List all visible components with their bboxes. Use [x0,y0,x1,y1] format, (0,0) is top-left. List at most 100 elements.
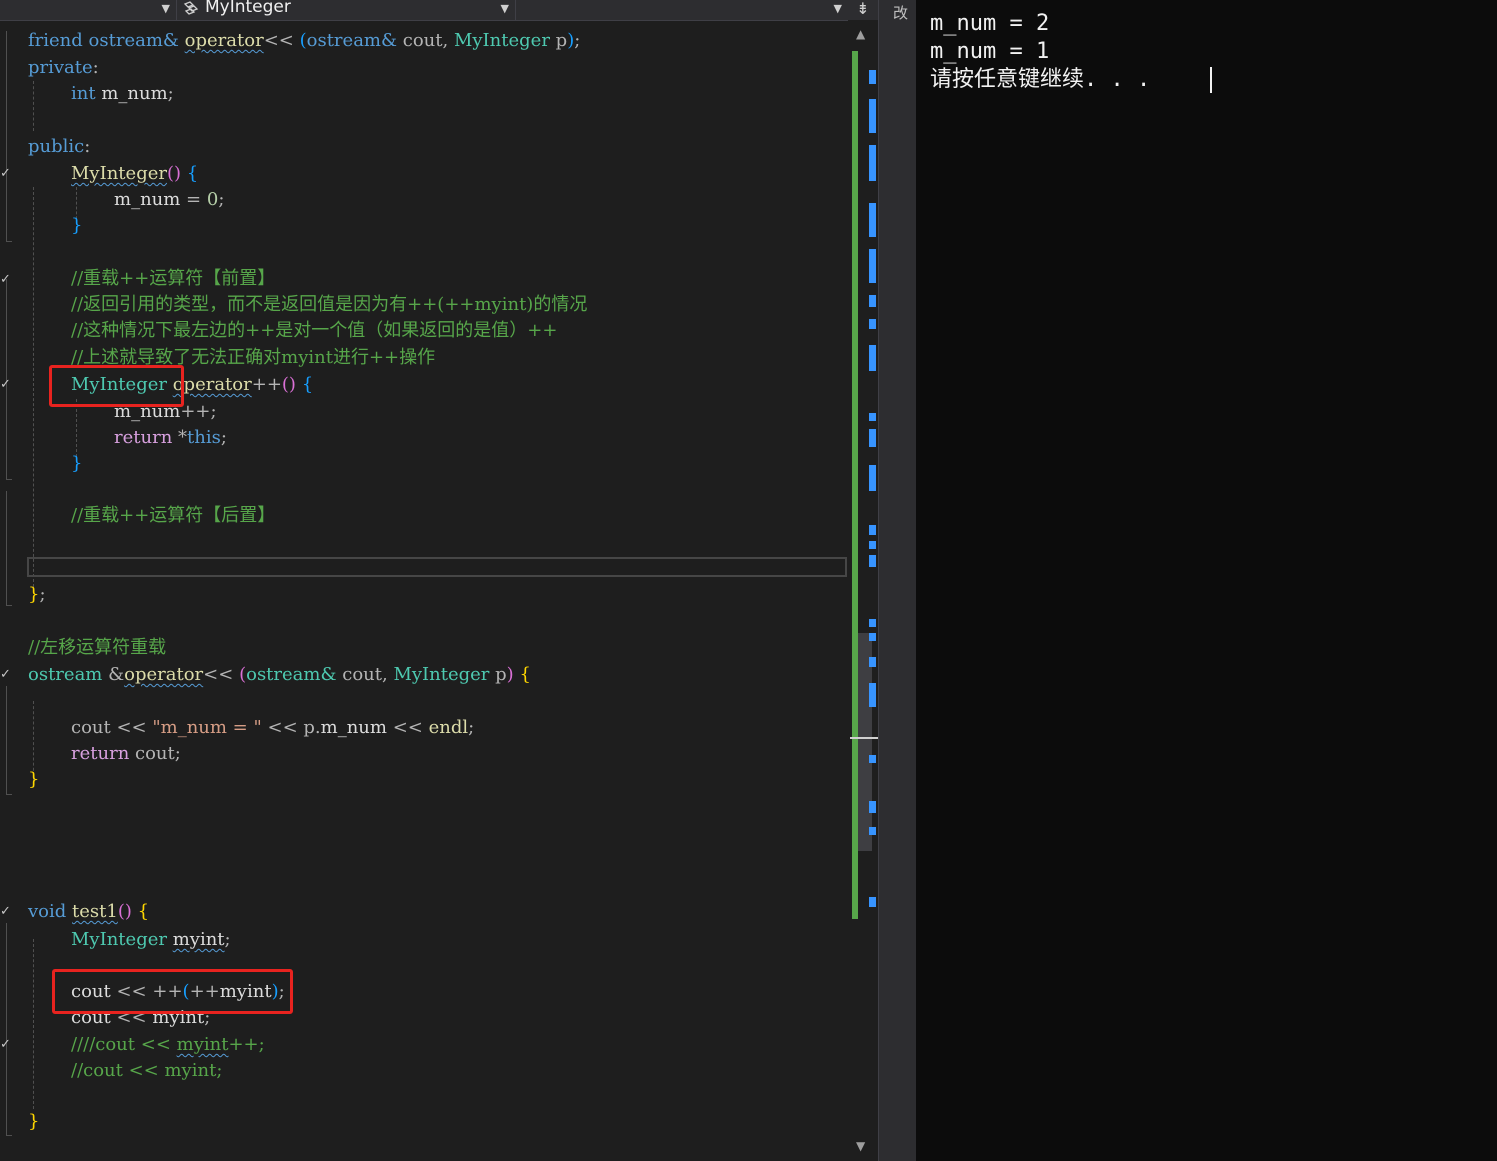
chevron-down-icon: ▼ [500,2,509,15]
scroll-marker [869,345,876,371]
fold-chevron-icon[interactable]: ✓ [0,1038,12,1051]
code-token: ++ [251,374,282,395]
code-comment: //重载++运算符【前置】 [71,268,276,289]
code-editor[interactable]: ✓ ✓ ✓ ✓ ✓ ✓ friend ostream& operator<< (… [0,21,848,1161]
code-token: cout [135,743,175,764]
split-editor-icon[interactable]: ⇟ [848,0,878,20]
side-tool-strip: 改 [878,0,917,1161]
code-token: MyInteger [71,929,167,950]
class-scope-dropdown[interactable]: MyInteger ▼ [177,0,515,20]
scroll-marker [869,70,876,84]
fold-region-line [6,923,7,1135]
code-token: ; [167,83,174,104]
scroll-marker [869,145,876,181]
code-token: } [28,1111,40,1132]
code-line: int m_num; [71,81,174,107]
chevron-down-icon: ▼ [161,2,170,15]
code-token: << [261,717,304,738]
fold-region-end [6,241,12,242]
code-token: cout [71,717,111,738]
highlight-box [49,365,184,407]
code-line: private: [28,55,99,81]
code-token: public [28,136,85,157]
scroll-marker [869,413,876,421]
fold-region-line [6,491,7,605]
code-line: ////cout << myint++; [71,1032,265,1058]
code-token: ostream& [306,30,398,51]
scroll-marker [869,555,876,567]
code-token: ; [224,929,231,950]
code-line: } [28,767,39,793]
code-token: this [187,427,221,448]
code-line: }; [28,582,46,608]
code-token: << [263,30,294,51]
code-token: m_num [114,189,181,210]
code-token: ++; [228,1034,265,1055]
indent-guide [33,939,34,1109]
fold-region-end [6,1135,12,1136]
code-token: ; [216,1060,223,1081]
fold-region-line [6,31,7,241]
fold-chevron-icon[interactable]: ✓ [0,273,12,286]
fold-chevron-icon[interactable]: ✓ [0,668,12,681]
scroll-marker [869,99,876,133]
fold-chevron-icon[interactable]: ✓ [0,905,12,918]
console-output-line: 请按任意键继续. . . [930,67,1151,92]
code-comment: //左移运算符重载 [28,637,167,658]
code-token: () [166,163,182,184]
code-line: //cout << myint; [71,1058,222,1084]
fold-region-end [6,479,12,480]
code-token: ostream& [246,664,337,685]
vertical-scrollbar[interactable]: ▲ ▼ [848,21,878,1161]
code-token: ; [174,743,181,764]
text-cursor [1210,67,1212,93]
code-token: cout [342,664,382,685]
scroll-marker [869,827,876,835]
fold-region-end [6,794,12,795]
code-line: } [28,1109,39,1135]
code-line: void test1() { [28,899,149,925]
fold-chevron-icon[interactable]: ✓ [0,167,12,180]
code-token: * [178,427,188,448]
code-comment: //这种情况下最左边的++是对一个值（如果返回的是值）++ [71,320,558,341]
member-scope-dropdown[interactable]: ▼ [516,0,848,20]
code-token: return [71,743,130,764]
navigation-bar: ▼ MyInteger ▼ ▼ [0,0,848,21]
code-line: } [71,451,82,477]
scroll-marker [869,633,876,641]
class-icon [183,1,199,15]
scroll-marker [869,683,876,707]
scroll-marker [869,897,876,907]
code-token: ostream [28,664,103,685]
code-token: operator [184,30,264,51]
code-token: << [122,1060,165,1081]
scroll-marker [869,319,876,329]
scroll-up-icon[interactable]: ▲ [856,27,865,41]
code-token: ; [218,189,225,210]
code-token: p [555,30,568,51]
scroll-marker [869,657,876,667]
highlight-box [52,969,293,1014]
code-token: void [28,901,67,922]
fold-chevron-icon[interactable]: ✓ [0,378,12,391]
code-token: << [135,1034,177,1055]
console-window[interactable]: m_num = 2 m_num = 1 请按任意键继续. . . [916,0,1497,1161]
code-token: ; [574,30,581,51]
code-token: operator [124,664,204,685]
code-token: ; [468,717,475,738]
scroll-down-icon[interactable]: ▼ [856,1139,865,1153]
code-token: //cout [71,1060,123,1081]
code-token: m_num [101,83,168,104]
code-token: << [203,664,234,685]
scroll-marker [869,525,876,535]
side-tab[interactable]: 改 [893,2,908,23]
code-line: return cout; [71,741,181,767]
code-token: 0 [206,189,219,210]
code-token: : [84,136,91,157]
code-line: ostream &operator<< (ostream& cout, MyIn… [28,662,531,688]
code-line: m_num = 0; [114,187,224,213]
code-token: MyInteger [71,163,167,184]
code-token: p [303,717,315,738]
console-output-line: m_num = 2 [930,11,1050,36]
project-scope-dropdown[interactable]: ▼ [0,0,176,20]
